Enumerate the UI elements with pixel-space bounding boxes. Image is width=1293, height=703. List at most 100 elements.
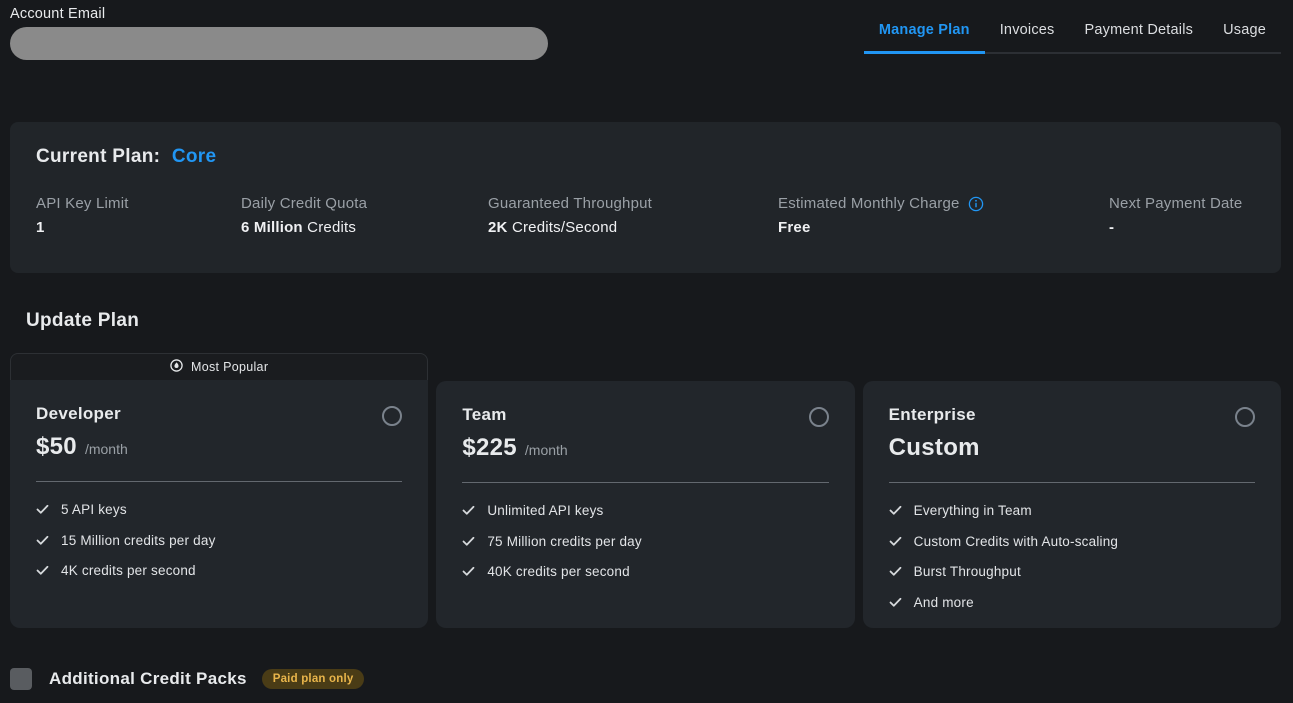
plan-card-enterprise: Enterprise Custom Everything in Team Cus…: [863, 353, 1281, 628]
feature-item: Burst Throughput: [889, 564, 1255, 579]
page-header: Account Email Manage Plan Invoices Payme…: [0, 0, 1293, 75]
stat-label: Daily Credit Quota: [241, 195, 488, 212]
plan-name: Developer: [36, 404, 121, 424]
plan-card-team: Team $225 /month Unlimited API keys 75 M…: [436, 353, 854, 628]
check-icon: [889, 597, 902, 608]
feature-item: Custom Credits with Auto-scaling: [889, 534, 1255, 549]
check-icon: [889, 536, 902, 547]
stat-value-rest: Credits/Second: [508, 219, 618, 236]
feature-item: 15 Million credits per day: [36, 533, 402, 548]
stat-value-rest: Credits: [303, 219, 356, 236]
account-email-input[interactable]: [10, 27, 548, 60]
feature-text: 75 Million credits per day: [487, 534, 642, 549]
check-icon: [36, 565, 49, 576]
feature-item: Everything in Team: [889, 503, 1255, 518]
plan-features: 5 API keys 15 Million credits per day 4K…: [36, 502, 402, 578]
stat-label: Guaranteed Throughput: [488, 195, 778, 212]
credit-packs-label: Additional Credit Packs: [49, 669, 247, 689]
plan-card-developer: Most Popular Developer $50 /month 5 API …: [10, 353, 428, 628]
feature-text: 15 Million credits per day: [61, 533, 216, 548]
stat-api-key-limit: API Key Limit 1: [36, 195, 241, 236]
plan-card-body[interactable]: Team $225 /month Unlimited API keys 75 M…: [436, 381, 854, 628]
update-plan-heading: Update Plan: [26, 310, 1293, 332]
tab-manage-plan[interactable]: Manage Plan: [864, 16, 985, 54]
stat-value: -: [1109, 219, 1255, 236]
plan-price: Custom: [889, 434, 980, 462]
check-icon: [462, 505, 475, 516]
check-icon: [889, 566, 902, 577]
stat-value: 2K Credits/Second: [488, 219, 778, 236]
feature-item: And more: [889, 595, 1255, 610]
plan-features: Everything in Team Custom Credits with A…: [889, 503, 1255, 610]
additional-credit-packs-row: Additional Credit Packs Paid plan only: [10, 668, 1293, 690]
stat-value: 6 Million Credits: [241, 219, 488, 236]
stat-guaranteed-throughput: Guaranteed Throughput 2K Credits/Second: [488, 195, 778, 236]
account-email-label: Account Email: [10, 6, 548, 22]
current-plan-stats: API Key Limit 1 Daily Credit Quota 6 Mil…: [36, 195, 1255, 236]
plan-card-body[interactable]: Enterprise Custom Everything in Team Cus…: [863, 381, 1281, 628]
plan-period: /month: [85, 441, 128, 457]
stat-value-strong: 1: [36, 219, 45, 236]
account-email-block: Account Email: [10, 6, 548, 60]
plan-features: Unlimited API keys 75 Million credits pe…: [462, 503, 828, 579]
current-plan-name: Core: [172, 146, 217, 167]
stat-value-strong: -: [1109, 219, 1114, 236]
tab-payment-details[interactable]: Payment Details: [1070, 16, 1209, 54]
plan-divider: [36, 481, 402, 482]
plan-name: Enterprise: [889, 405, 976, 425]
stat-value: Free: [778, 219, 1109, 236]
check-icon: [36, 535, 49, 546]
plan-radio-enterprise[interactable]: [1235, 407, 1255, 427]
feature-text: Custom Credits with Auto-scaling: [914, 534, 1118, 549]
plan-radio-team[interactable]: [809, 407, 829, 427]
most-popular-icon: [170, 359, 183, 375]
current-plan-card: Current Plan: Core API Key Limit 1 Daily…: [10, 122, 1281, 273]
billing-tabs: Manage Plan Invoices Payment Details Usa…: [864, 16, 1281, 54]
credit-packs-checkbox[interactable]: [10, 668, 32, 690]
tab-usage[interactable]: Usage: [1208, 16, 1281, 54]
paid-plan-only-badge: Paid plan only: [262, 669, 365, 689]
current-plan-title: Current Plan: Core: [36, 146, 1255, 168]
stat-value-strong: 2K: [488, 219, 508, 236]
feature-text: 4K credits per second: [61, 563, 196, 578]
stat-label: API Key Limit: [36, 195, 241, 212]
feature-item: 5 API keys: [36, 502, 402, 517]
feature-text: Unlimited API keys: [487, 503, 603, 518]
plan-divider: [462, 482, 828, 483]
info-icon[interactable]: [968, 196, 984, 212]
tab-invoices[interactable]: Invoices: [985, 16, 1070, 54]
feature-item: Unlimited API keys: [462, 503, 828, 518]
feature-text: Burst Throughput: [914, 564, 1021, 579]
feature-item: 75 Million credits per day: [462, 534, 828, 549]
check-icon: [462, 566, 475, 577]
stat-label: Next Payment Date: [1109, 195, 1255, 212]
feature-text: And more: [914, 595, 974, 610]
plan-price: $50: [36, 433, 77, 461]
stat-daily-credit-quota: Daily Credit Quota 6 Million Credits: [241, 195, 488, 236]
feature-item: 4K credits per second: [36, 563, 402, 578]
stat-next-payment-date: Next Payment Date -: [1109, 195, 1255, 236]
check-icon: [36, 504, 49, 515]
current-plan-title-prefix: Current Plan:: [36, 146, 160, 167]
stat-value-strong: 6 Million: [241, 219, 303, 236]
stat-value: 1: [36, 219, 241, 236]
plan-radio-developer[interactable]: [382, 406, 402, 426]
stat-value-strong: Free: [778, 219, 811, 236]
most-popular-banner: Most Popular: [10, 353, 428, 380]
most-popular-label: Most Popular: [191, 360, 268, 374]
stat-estimated-monthly-charge: Estimated Monthly Charge Free: [778, 195, 1109, 236]
plan-name: Team: [462, 405, 506, 425]
feature-text: Everything in Team: [914, 503, 1032, 518]
stat-label-text: Estimated Monthly Charge: [778, 195, 960, 212]
plan-card-body[interactable]: Developer $50 /month 5 API keys 15 Milli…: [10, 380, 428, 628]
plan-divider: [889, 482, 1255, 483]
feature-item: 40K credits per second: [462, 564, 828, 579]
feature-text: 40K credits per second: [487, 564, 629, 579]
check-icon: [462, 536, 475, 547]
plan-price: $225: [462, 434, 517, 462]
plans-row: Most Popular Developer $50 /month 5 API …: [10, 353, 1281, 628]
plan-period: /month: [525, 442, 568, 458]
stat-label: Estimated Monthly Charge: [778, 195, 1109, 212]
check-icon: [889, 505, 902, 516]
feature-text: 5 API keys: [61, 502, 127, 517]
